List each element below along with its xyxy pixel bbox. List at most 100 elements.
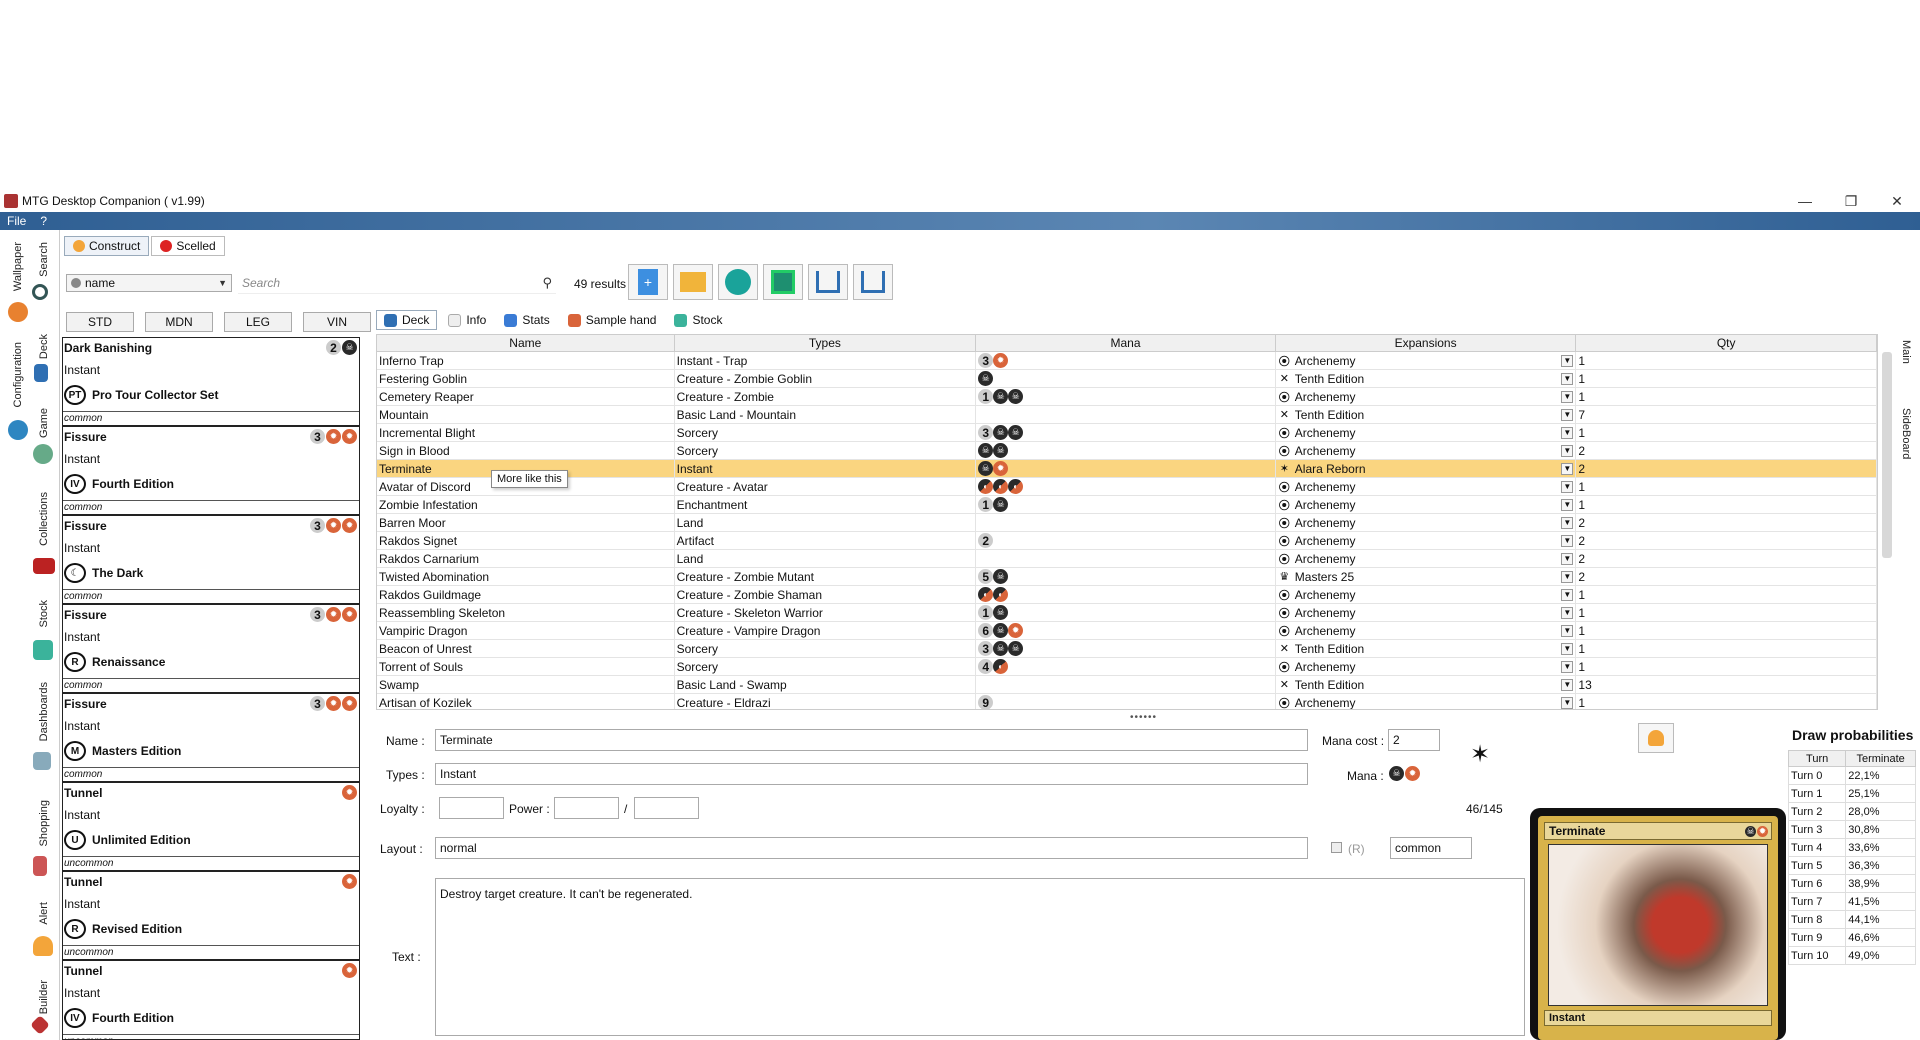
format-leg-button[interactable]: LEG	[224, 312, 292, 332]
suggestion-card[interactable]: Tunnel ✹ Instant U Unlimited Edition uncommon	[63, 783, 359, 872]
tab-dashboards[interactable]: Dashboards	[38, 682, 50, 741]
chevron-down-icon[interactable]: ▼	[1561, 498, 1574, 511]
chevron-down-icon[interactable]: ▼	[1561, 462, 1574, 475]
table-row[interactable]: Rakdos Signet Artifact 2 ⦿ Archenemy ▼ 2	[377, 532, 1877, 550]
dp-row[interactable]: Turn 6 38,9%	[1787, 874, 1916, 893]
cell-expansion[interactable]: ♛ Masters 25 ▼	[1276, 568, 1577, 585]
cell-qty[interactable]: 1	[1576, 370, 1877, 387]
cell-qty[interactable]: 13	[1576, 676, 1877, 693]
cell-expansion[interactable]: ⦿ Archenemy ▼	[1276, 514, 1577, 531]
dp-column-turn[interactable]: Turn	[1787, 750, 1847, 767]
dp-row[interactable]: Turn 5 36,3%	[1787, 856, 1916, 875]
column-mana[interactable]: Mana	[976, 335, 1276, 351]
column-qty[interactable]: Qty	[1576, 335, 1877, 351]
cell-qty[interactable]: 1	[1576, 352, 1877, 369]
cell-qty[interactable]: 7	[1576, 406, 1877, 423]
chevron-down-icon[interactable]: ▼	[1561, 516, 1574, 529]
chevron-down-icon[interactable]: ▼	[1561, 696, 1574, 709]
tab-stats[interactable]: Stats	[497, 310, 556, 330]
tab-configuration[interactable]: Configuration	[12, 342, 24, 407]
chevron-down-icon[interactable]: ▼	[1561, 570, 1574, 583]
menu-file[interactable]: File	[0, 214, 33, 228]
table-row[interactable]: Avatar of Discord Creature - Avatar ◐ ◐ ◐ ⦿ Ar…	[377, 478, 1877, 496]
cell-qty[interactable]: 1	[1576, 622, 1877, 639]
cell-expansion[interactable]: ✕ Tenth Edition ▼	[1276, 676, 1577, 693]
suggestion-card[interactable]: Fissure 3 ✹ ✹ Instant R Renaissance common	[63, 605, 359, 694]
table-row[interactable]: Inferno Trap Instant - Trap 3 ✹ ⦿ Archenemy ▼ 1	[377, 352, 1877, 370]
suggestion-card[interactable]: Fissure 3 ✹ ✹ Instant M Masters Edition common	[63, 694, 359, 783]
cell-expansion[interactable]: ✕ Tenth Edition ▼	[1276, 640, 1577, 657]
cell-qty[interactable]: 2	[1576, 442, 1877, 459]
cell-expansion[interactable]: ⦿ Archenemy ▼	[1276, 352, 1577, 369]
table-row[interactable]: Reassembling Skeleton Creature - Skeleton…	[377, 604, 1877, 622]
cell-expansion[interactable]: ⦿ Archenemy ▼	[1276, 622, 1577, 639]
chevron-down-icon[interactable]: ▼	[1561, 660, 1574, 673]
tab-game[interactable]: Game	[38, 408, 50, 438]
table-row[interactable]: Torrent of Souls Sorcery 4 ◐ ⦿ Archenemy ▼ 1	[377, 658, 1877, 676]
table-row[interactable]: Beacon of Unrest Sorcery 3 ☠ ☠ ✕ Tenth Edition…	[377, 640, 1877, 658]
table-row[interactable]: Barren Moor Land ⦿ Archenemy ▼ 2	[377, 514, 1877, 532]
suggestion-card[interactable]: Dark Banishing 2 ☠ Instant PT Pro Tour Collec…	[63, 338, 359, 427]
cell-qty[interactable]: 2	[1576, 568, 1877, 585]
table-row[interactable]: Cemetery Reaper Creature - Zombie 1 ☠ ☠ ⦿ Arch…	[377, 388, 1877, 406]
cell-qty[interactable]: 2	[1576, 514, 1877, 531]
chevron-down-icon[interactable]: ▼	[1561, 426, 1574, 439]
cell-expansion[interactable]: ⦿ Archenemy ▼	[1276, 478, 1577, 495]
cell-qty[interactable]: 1	[1576, 658, 1877, 675]
cell-qty[interactable]: 1	[1576, 694, 1877, 709]
cell-qty[interactable]: 2	[1576, 532, 1877, 549]
reserved-checkbox[interactable]	[1331, 842, 1342, 853]
tab-builder[interactable]: Builder	[38, 980, 50, 1014]
tab-main[interactable]: Main	[1900, 340, 1912, 364]
chevron-down-icon[interactable]: ▼	[1561, 642, 1574, 655]
chevron-down-icon[interactable]: ▼	[1561, 480, 1574, 493]
column-name[interactable]: Name	[377, 335, 675, 351]
name-field[interactable]: Terminate	[435, 729, 1308, 751]
tab-stock[interactable]: Stock	[38, 600, 50, 628]
power-field[interactable]	[554, 797, 619, 819]
dp-row[interactable]: Turn 9 46,6%	[1787, 928, 1916, 947]
save-deck-button[interactable]	[763, 264, 803, 300]
cell-expansion[interactable]: ⦿ Archenemy ▼	[1276, 496, 1577, 513]
dp-row[interactable]: Turn 2 28,0%	[1787, 802, 1916, 821]
chevron-down-icon[interactable]: ▼	[1561, 390, 1574, 403]
dp-column-card[interactable]: Terminate	[1845, 750, 1916, 767]
tab-shopping[interactable]: Shopping	[38, 800, 50, 847]
table-row[interactable]: Mountain Basic Land - Mountain ✕ Tenth Edit…	[377, 406, 1877, 424]
dp-row[interactable]: Turn 7 41,5%	[1787, 892, 1916, 911]
chevron-down-icon[interactable]: ▼	[1561, 624, 1574, 637]
export-button[interactable]	[853, 264, 893, 300]
cell-qty[interactable]: 1	[1576, 604, 1877, 621]
dp-row[interactable]: Turn 8 44,1%	[1787, 910, 1916, 929]
cell-expansion[interactable]: ⦿ Archenemy ▼	[1276, 442, 1577, 459]
panel-splitter[interactable]: ••••••	[1130, 712, 1157, 723]
mana-cost-field[interactable]: 2	[1388, 729, 1440, 751]
refresh-button[interactable]	[718, 264, 758, 300]
loyalty-field[interactable]	[439, 797, 504, 819]
import-button[interactable]	[808, 264, 848, 300]
tab-deck[interactable]: Deck	[38, 334, 50, 359]
close-icon[interactable]: ✕	[1874, 190, 1920, 212]
chevron-down-icon[interactable]: ▼	[1561, 606, 1574, 619]
dp-row[interactable]: Turn 3 30,8%	[1787, 820, 1916, 839]
suggestion-card[interactable]: Tunnel ✹ Instant R Revised Edition uncommon	[63, 872, 359, 961]
search-field-select[interactable]: name ▼	[66, 274, 232, 292]
cell-expansion[interactable]: ⦿ Archenemy ▼	[1276, 424, 1577, 441]
tab-collections[interactable]: Collections	[38, 492, 50, 546]
table-row[interactable]: Artisan of Kozilek Creature - Eldrazi 9 ⦿ Ar…	[377, 694, 1877, 709]
format-std-button[interactable]: STD	[66, 312, 134, 332]
cell-qty[interactable]: 1	[1576, 586, 1877, 603]
cell-expansion[interactable]: ⦿ Archenemy ▼	[1276, 658, 1577, 675]
format-vin-button[interactable]: VIN	[303, 312, 371, 332]
cell-expansion[interactable]: ✕ Tenth Edition ▼	[1276, 370, 1577, 387]
suggestion-card[interactable]: Fissure 3 ✹ ✹ Instant ☾ The Dark common	[63, 516, 359, 605]
cell-expansion[interactable]: ⦿ Archenemy ▼	[1276, 532, 1577, 549]
table-row[interactable]: Festering Goblin Creature - Zombie Goblin…	[377, 370, 1877, 388]
chevron-down-icon[interactable]: ▼	[1561, 408, 1574, 421]
minimize-icon[interactable]: —	[1782, 190, 1828, 212]
search-input[interactable]: Search ⚲	[238, 272, 556, 294]
tab-scelled[interactable]: Scelled	[151, 236, 225, 256]
chevron-down-icon[interactable]: ▼	[1561, 372, 1574, 385]
cell-qty[interactable]: 1	[1576, 640, 1877, 657]
suggestion-card[interactable]: Fissure 3 ✹ ✹ Instant IV Fourth Edition common	[63, 427, 359, 516]
